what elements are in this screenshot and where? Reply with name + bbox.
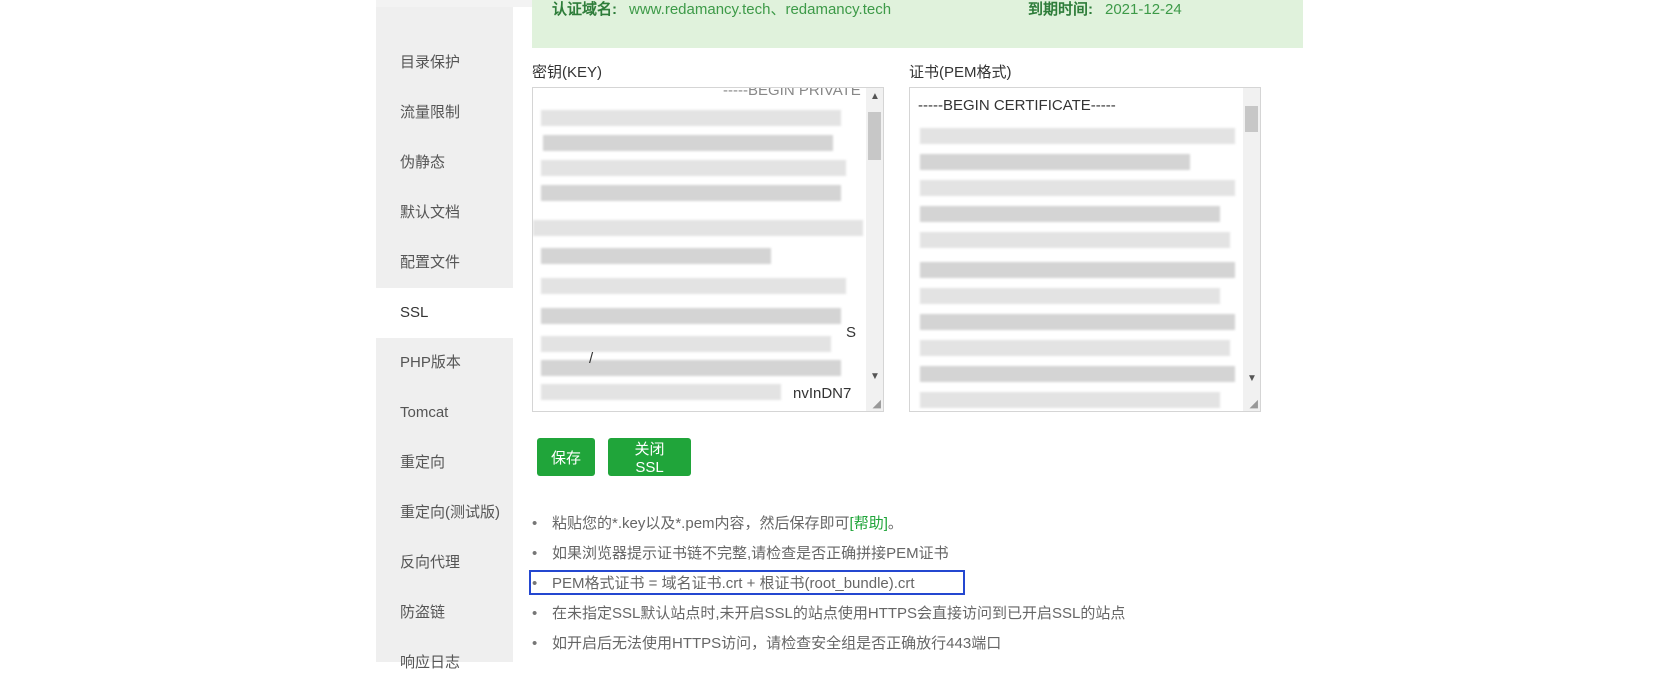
cert-field-label: 证书(PEM格式) <box>909 64 1012 81</box>
redacted-line <box>541 384 781 400</box>
redacted-line <box>541 278 846 294</box>
sidebar-item-traffic-limit[interactable]: 流量限制 <box>376 88 513 138</box>
expiry-value: 2021-12-24 <box>1105 1 1182 18</box>
redacted-line <box>920 128 1235 144</box>
redacted-line <box>920 262 1235 278</box>
help-link[interactable]: [帮助] <box>850 515 888 532</box>
domain-info: 认证域名: www.redamancy.tech、redamancy.tech <box>552 0 891 19</box>
redacted-line <box>541 185 841 201</box>
redacted-line <box>541 110 841 126</box>
sidebar-item-tomcat[interactable]: Tomcat <box>376 388 513 438</box>
sidebar-item-directory-protection[interactable]: 目录保护 <box>376 38 513 88</box>
sidebar-item-reverse-proxy[interactable]: 反向代理 <box>376 538 513 588</box>
tip-item: 如果浏览器提示证书链不完整,请检查是否正确拼接PEM证书 <box>530 539 1125 569</box>
key-fragment: nvInDN7 <box>793 385 852 402</box>
redacted-line <box>920 154 1190 170</box>
resize-handle-icon[interactable]: ◢ <box>1250 397 1258 410</box>
redacted-line <box>920 232 1230 248</box>
redacted-line <box>920 314 1235 330</box>
redacted-line <box>541 336 831 352</box>
redacted-line <box>541 360 841 376</box>
sidebar-item-default-document[interactable]: 默认文档 <box>376 188 513 238</box>
sidebar-item-redirect[interactable]: 重定向 <box>376 438 513 488</box>
key-begin-fragment: -----BEGIN PRIVATE KEY----- <box>723 87 883 99</box>
sidebar-item-response-log[interactable]: 响应日志 <box>376 638 513 688</box>
key-fragment: / <box>589 350 594 367</box>
settings-sidebar: 目录保护 流量限制 伪静态 默认文档 配置文件 SSL PHP版本 Tomcat… <box>376 7 513 671</box>
close-ssl-button[interactable]: 关闭SSL <box>608 438 691 476</box>
save-button[interactable]: 保存 <box>537 438 595 476</box>
cert-textarea[interactable]: -----BEGIN CERTIFICATE----- ▼ ◢ <box>909 87 1261 412</box>
domain-value: www.redamancy.tech、redamancy.tech <box>629 1 892 18</box>
sidebar-item-config-file[interactable]: 配置文件 <box>376 238 513 288</box>
scroll-down-icon[interactable]: ▼ <box>1247 374 1257 384</box>
redacted-line <box>920 206 1220 222</box>
redacted-line <box>541 248 771 264</box>
redacted-line <box>920 288 1220 304</box>
cert-scrollbar[interactable]: ▼ <box>1243 88 1260 411</box>
redacted-line <box>920 366 1235 382</box>
tip-item: 在未指定SSL默认站点时,未开启SSL的站点使用HTTPS会直接访问到已开启SS… <box>530 599 1125 629</box>
redacted-line <box>541 160 846 176</box>
scroll-down-icon[interactable]: ▼ <box>870 372 880 382</box>
sidebar-item-hotlink-protection[interactable]: 防盗链 <box>376 588 513 638</box>
domain-label: 认证域名: <box>552 1 617 18</box>
scroll-up-icon[interactable]: ▲ <box>870 92 880 102</box>
tip-text: 粘贴您的*.key以及*.pem内容，然后保存即可 <box>552 515 850 532</box>
certificate-info-banner: 认证域名: www.redamancy.tech、redamancy.tech 到… <box>532 0 1303 48</box>
tip-item: 如开启后无法使用HTTPS访问，请检查安全组是否正确放行443端口 <box>530 629 1125 659</box>
tip-suffix: 。 <box>887 515 903 532</box>
redacted-line <box>920 180 1235 196</box>
sidebar-item-ssl[interactable]: SSL <box>376 288 513 338</box>
redacted-line <box>543 135 833 151</box>
key-scrollbar[interactable]: ▲ ▼ <box>866 88 883 411</box>
redacted-line <box>533 220 863 236</box>
key-textarea[interactable]: -----BEGIN PRIVATE KEY----- S / nvInDN7 … <box>532 87 884 412</box>
sidebar-item-php-version[interactable]: PHP版本 <box>376 338 513 388</box>
cert-begin-fragment: -----BEGIN CERTIFICATE----- <box>918 97 1116 114</box>
key-field-label: 密钥(KEY) <box>532 64 603 81</box>
expiry-info: 到期时间: 2021-12-24 <box>1028 0 1182 19</box>
scroll-thumb[interactable] <box>1245 106 1258 132</box>
expiry-label: 到期时间: <box>1028 1 1093 18</box>
resize-handle-icon[interactable]: ◢ <box>873 397 881 410</box>
scroll-thumb[interactable] <box>868 112 881 160</box>
sidebar-item-redirect-beta[interactable]: 重定向(测试版) <box>376 488 513 538</box>
highlight-annotation-box <box>529 570 965 595</box>
redacted-line <box>920 340 1230 356</box>
redacted-line <box>920 392 1220 408</box>
sidebar-item-rewrite[interactable]: 伪静态 <box>376 138 513 188</box>
redacted-line <box>541 308 841 324</box>
tip-item: 粘贴您的*.key以及*.pem内容，然后保存即可[帮助]。 <box>530 509 1125 539</box>
key-fragment: S <box>846 324 857 341</box>
